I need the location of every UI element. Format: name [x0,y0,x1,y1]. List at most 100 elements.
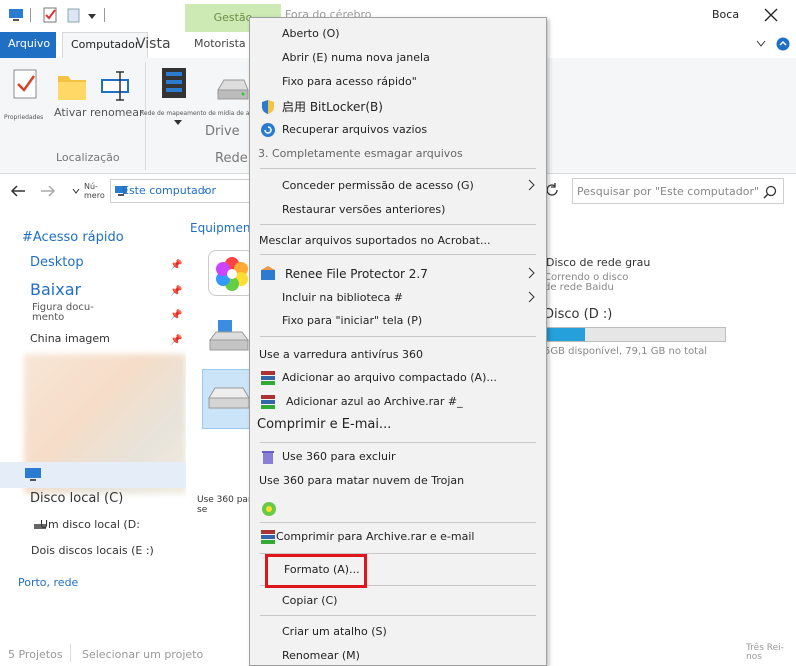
menu-item-copy[interactable]: Copiar (C) [250,590,546,612]
computer-icon [25,468,41,481]
disk-d-usage-fill [545,328,585,341]
menu-item-pin-start[interactable]: Fixo para "iniciar" tela (P) [250,310,546,332]
nav-this-pc[interactable] [0,462,186,488]
menu-separator [260,254,536,255]
map-network-label: Rede de mapeamento de mídia de acesso [140,110,267,117]
folder-icon[interactable] [56,68,88,102]
rename-label: Ativar renomear [54,106,144,119]
tab-vista[interactable]: Vista [128,32,179,58]
tab-arquivo[interactable]: Arquivo [0,32,56,58]
net-drive-sub: Correndo o disco de rede Baidu [544,272,629,293]
navigation-pane: #Acesso rápido Desktop 📌 Baixar 📌 Figura… [0,210,186,666]
drive-icon[interactable] [208,320,250,356]
properties-icon[interactable] [42,7,58,23]
tab-motorista[interactable]: Motorista [186,32,254,58]
nav-pictures[interactable]: China imagem [30,332,110,345]
nav-network[interactable]: Porto, rede [18,576,78,589]
menu-item-rename[interactable]: Renomear (M) [250,645,546,666]
pin-icon[interactable]: 📌 [170,335,182,346]
menu-separator [260,336,536,337]
menu-item-add-archive[interactable]: Adicionar ao arquivo compactado (A)... [250,367,546,389]
address-input[interactable]: Este computador › [110,179,250,203]
shield-icon [262,100,274,114]
status-right: Três Rei- nos [746,643,784,662]
menu-separator [260,224,536,225]
menu-item-open-new-window[interactable]: Abrir (E) numa nova janela [250,47,546,69]
disk-d-free: 5GB disponível, 79,1 GB no total [544,346,708,357]
menu-item-pin-quick-access[interactable]: Fixo para acesso rápido" [250,71,546,93]
chevron-right-icon [528,267,535,279]
menu-item-360-delete[interactable]: Use 360 para excluir [250,446,546,468]
forward-arrow-icon[interactable] [40,184,56,198]
nav-documents[interactable]: Figura docu- mento [32,303,94,323]
menu-item-grant-access[interactable]: Conceder permissão de acesso (G) [250,175,546,197]
winrar-icon [261,371,275,385]
chevron-down-icon[interactable] [88,12,96,20]
menu-item-compress-email[interactable]: Comprimir e E-mai... [250,414,546,436]
menu-separator [260,442,536,443]
nav-local-d[interactable]: Um disco local (D: [40,518,140,531]
chevron-down-icon[interactable] [72,188,80,194]
pin-icon[interactable]: 📌 [170,310,182,321]
help-icon[interactable] [776,37,790,51]
search-placeholder: Pesquisar por "Este computador" [577,185,760,198]
user-label: Boca [712,8,740,21]
search-input[interactable]: Pesquisar por "Este computador" [572,178,784,204]
menu-item-recover-files[interactable]: Recuperar arquivos vazios [250,119,546,141]
highlight-box [265,554,367,588]
chevron-right-icon [528,179,535,191]
back-arrow-icon[interactable] [10,184,26,198]
chevron-down-icon[interactable] [174,120,182,126]
path-chevron-icon[interactable]: › [203,184,207,197]
section-header: Equipment [190,221,256,235]
menu-item-create-shortcut[interactable]: Criar um atalho (S) [250,621,546,643]
menu-item-360-scan[interactable]: Use a varredura antivírus 360 [250,344,546,366]
nav-quick-access[interactable]: #Acesso rápido [22,230,208,245]
360-delete-icon [262,451,274,464]
360-shield-icon [262,502,276,516]
properties-label: Propriedades [4,114,44,121]
search-icon[interactable] [763,185,777,199]
address-path: Este computador [122,184,216,197]
chevron-down-icon[interactable] [756,40,766,48]
pin-icon[interactable]: 📌 [170,260,182,271]
photos-app-icon[interactable] [208,250,254,296]
menu-item-restore-versions[interactable]: Restaurar versões anteriores) [250,199,546,221]
status-select: Selecionar um projeto [82,648,204,661]
close-icon[interactable] [764,8,778,22]
drive-icon[interactable] [216,76,250,102]
winrar-icon [261,530,275,544]
up-label[interactable]: Nú- mero [84,182,105,200]
chevron-right-icon [528,291,535,303]
pin-icon[interactable]: 📌 [170,286,182,297]
menu-item-acrobat[interactable]: Mesclar arquivos suportados no Acrobat..… [250,230,546,252]
menu-item-open[interactable]: Aberto (O) [250,23,546,45]
menu-item-shred-files[interactable]: 3. Completamente esmagar arquivos [250,143,546,165]
drive-label: Drive [205,124,240,139]
drive-icon [208,387,250,409]
status-item-count: 5 Projetos [8,648,63,661]
nav-local-e[interactable]: Dois discos locais (E :) [31,544,154,557]
menu-item-360-trojan[interactable]: Use 360 para matar nuvem de Trojan [250,470,546,492]
menu-separator [260,615,536,616]
winrar-icon [261,395,275,409]
renee-icon [261,266,275,280]
disk-d-usage-bar [544,327,726,342]
group-localizacao: Localização [56,151,120,164]
menu-item-include-library[interactable]: Incluir na biblioteca # [250,287,546,309]
recover-icon [261,123,275,137]
menu-item-renee[interactable]: Renee File Protector 2.7 [250,263,546,285]
menu-item-compress-rar-email[interactable]: Comprimir para Archive.rar e e-mail [250,526,546,548]
disk-d-title[interactable]: Disco (D :) [544,307,612,322]
computer-icon [9,9,23,21]
menu-item-bitlocker[interactable]: 启用 BitLocker(B) [250,96,546,118]
network-drive-icon[interactable] [160,66,192,102]
menu-item-add-archive-rar[interactable]: Adicionar azul ao Archive.rar #_ [250,391,546,413]
group-rede: Rede [215,151,248,166]
new-folder-icon[interactable] [66,7,82,23]
properties-icon[interactable] [12,68,40,102]
menu-separator [260,522,536,523]
rename-icon[interactable] [100,68,132,102]
flower-icon [216,257,248,291]
net-drive-title[interactable]: Disco de rede grau [546,256,650,269]
